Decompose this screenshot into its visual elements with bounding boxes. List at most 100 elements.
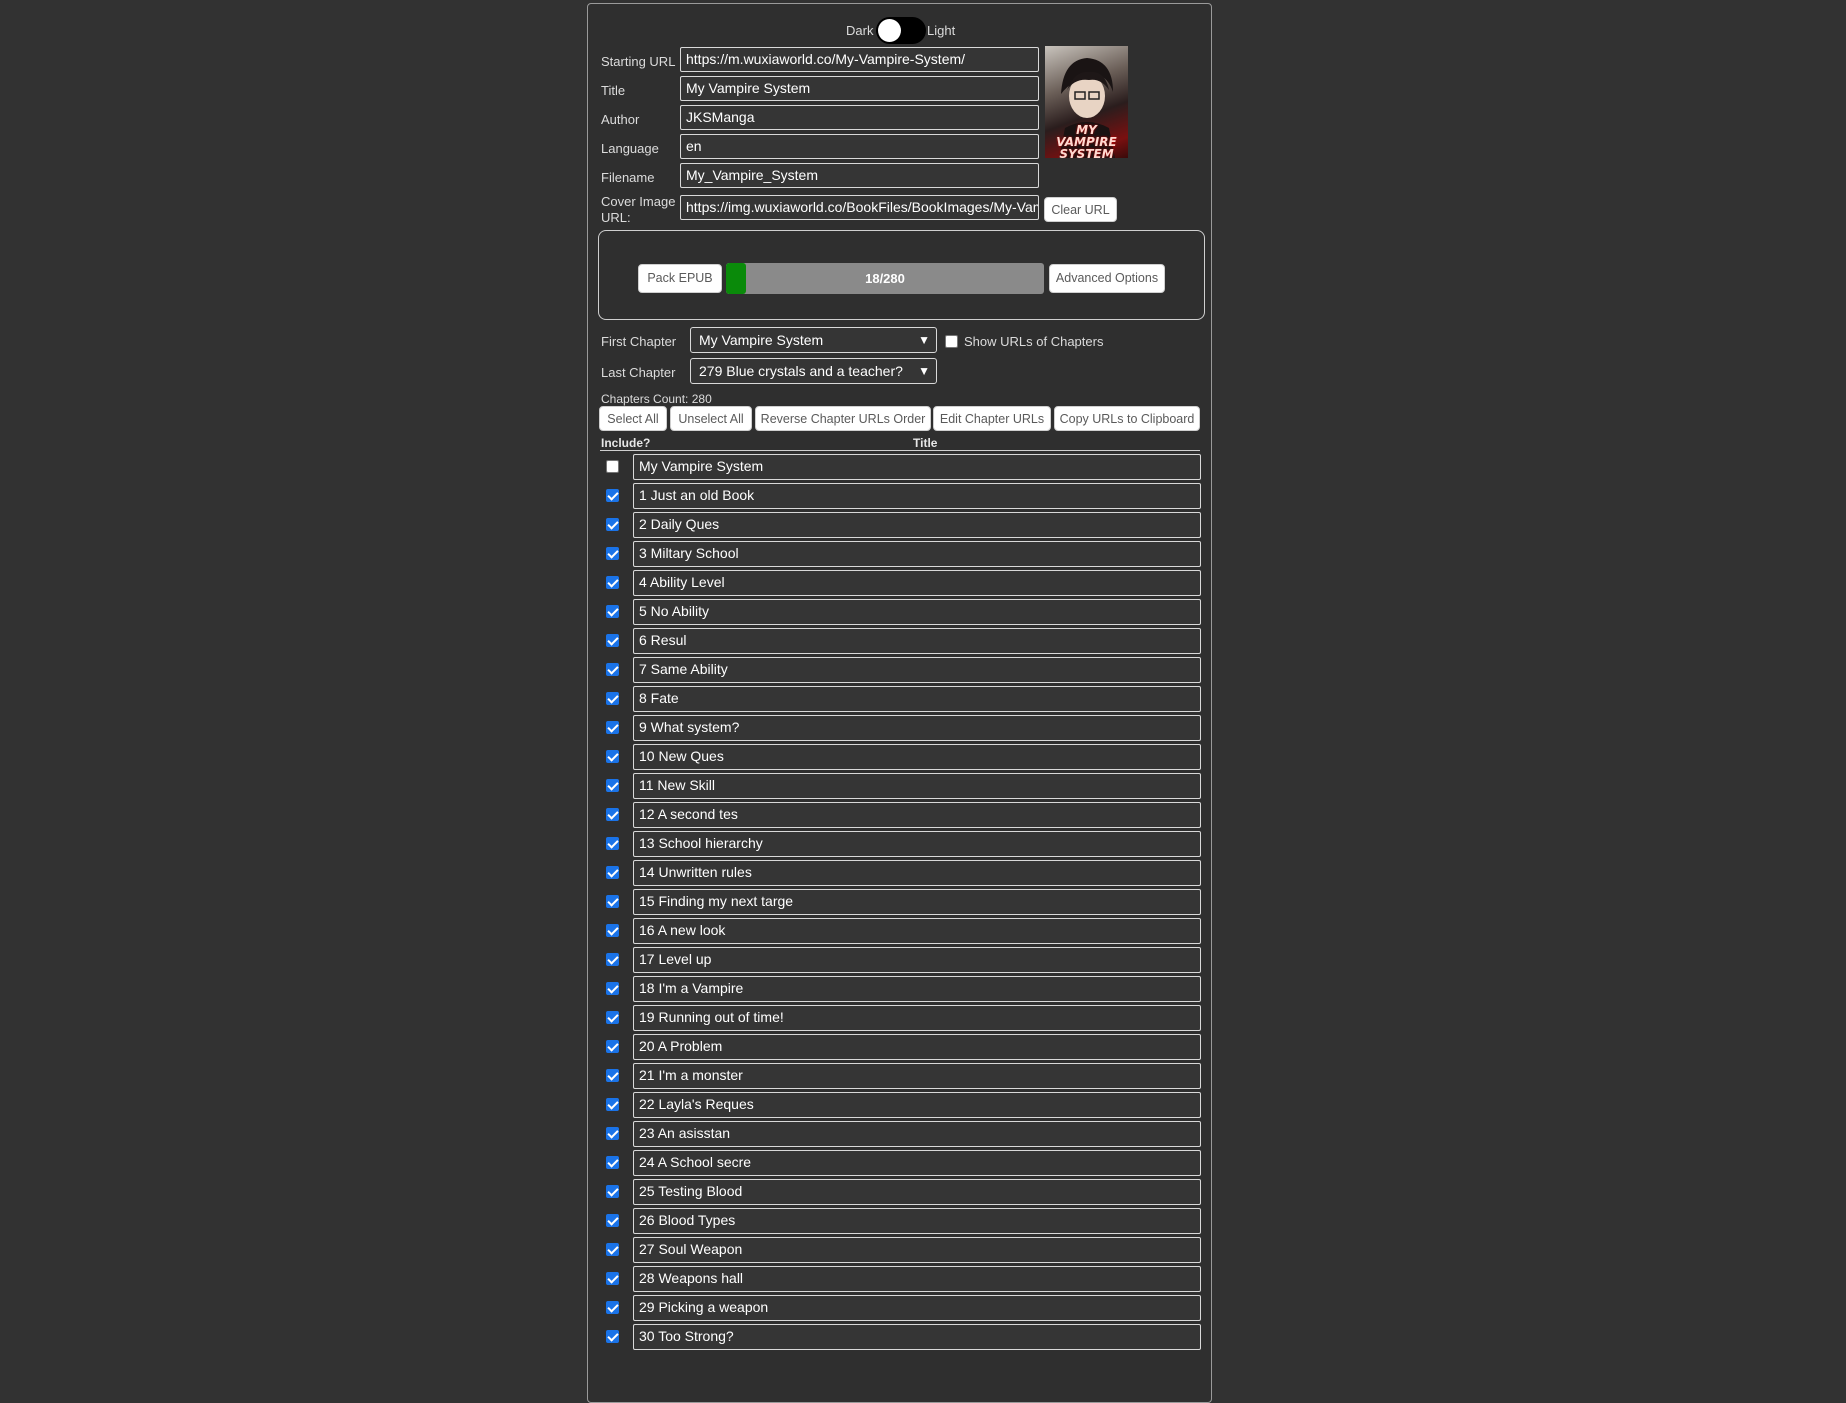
- chapter-title-input[interactable]: 23 An asisstan: [633, 1121, 1201, 1147]
- chapter-row: 9 What system?: [588, 713, 1213, 742]
- chapter-include-checkbox[interactable]: [606, 895, 619, 908]
- chapter-title-input[interactable]: 8 Fate: [633, 686, 1201, 712]
- chapter-title-input[interactable]: 10 New Ques: [633, 744, 1201, 770]
- chapter-title-input[interactable]: 4 Ability Level: [633, 570, 1201, 596]
- first-chapter-select[interactable]: My Vampire System ▼: [690, 327, 937, 353]
- author-input[interactable]: JKSManga: [680, 105, 1039, 130]
- chapter-title-input[interactable]: 30 Too Strong?: [633, 1324, 1201, 1350]
- last-chapter-select[interactable]: 279 Blue crystals and a teacher? ▼: [690, 358, 937, 384]
- chapter-title-input[interactable]: 13 School hierarchy: [633, 831, 1201, 857]
- chapter-include-checkbox[interactable]: [606, 1098, 619, 1111]
- chapter-row: 12 A second tes: [588, 800, 1213, 829]
- chapter-title-input[interactable]: 17 Level up: [633, 947, 1201, 973]
- chapter-title-input[interactable]: 12 A second tes: [633, 802, 1201, 828]
- edit-chapter-urls-button[interactable]: Edit Chapter URLs: [933, 406, 1051, 431]
- filename-input[interactable]: My_Vampire_System: [680, 163, 1039, 188]
- pack-epub-button[interactable]: Pack EPUB: [638, 264, 722, 293]
- language-label: Language: [601, 141, 659, 156]
- show-urls-label: Show URLs of Chapters: [964, 334, 1104, 349]
- chapter-title-input[interactable]: 7 Same Ability: [633, 657, 1201, 683]
- chapter-title-input[interactable]: 19 Running out of time!: [633, 1005, 1201, 1031]
- chapter-title-input[interactable]: 9 What system?: [633, 715, 1201, 741]
- chapter-title-input[interactable]: 6 Resul: [633, 628, 1201, 654]
- chapter-title-input[interactable]: 3 Miltary School: [633, 541, 1201, 567]
- chapter-include-checkbox[interactable]: [606, 576, 619, 589]
- chapter-include-checkbox[interactable]: [606, 547, 619, 560]
- chapter-title-input[interactable]: 14 Unwritten rules: [633, 860, 1201, 886]
- chapter-include-checkbox[interactable]: [606, 518, 619, 531]
- chapter-include-checkbox[interactable]: [606, 953, 619, 966]
- chapter-title-input[interactable]: 21 I'm a monster: [633, 1063, 1201, 1089]
- cover-image-url-input[interactable]: https://img.wuxiaworld.co/BookFiles/Book…: [680, 195, 1039, 220]
- chapter-include-checkbox[interactable]: [606, 692, 619, 705]
- chapter-include-checkbox[interactable]: [606, 1272, 619, 1285]
- chapter-title-input[interactable]: 1 Just an old Book: [633, 483, 1201, 509]
- chapter-include-checkbox[interactable]: [606, 1185, 619, 1198]
- include-header: Include?: [601, 436, 651, 450]
- chapter-title-input[interactable]: 28 Weapons hall: [633, 1266, 1201, 1292]
- select-all-button[interactable]: Select All: [599, 406, 667, 431]
- chapter-row: 19 Running out of time!: [588, 1003, 1213, 1032]
- chapter-include-checkbox[interactable]: [606, 605, 619, 618]
- author-label: Author: [601, 112, 640, 127]
- chapter-include-checkbox[interactable]: [606, 808, 619, 821]
- chapter-include-checkbox[interactable]: [606, 750, 619, 763]
- chapter-include-checkbox[interactable]: [606, 460, 619, 473]
- chapter-title-input[interactable]: 27 Soul Weapon: [633, 1237, 1201, 1263]
- chapter-include-checkbox[interactable]: [606, 1214, 619, 1227]
- chapter-title-input[interactable]: 11 New Skill: [633, 773, 1201, 799]
- chevron-down-icon: ▼: [918, 364, 930, 378]
- chapter-row: 17 Level up: [588, 945, 1213, 974]
- chapter-include-checkbox[interactable]: [606, 721, 619, 734]
- chapter-include-checkbox[interactable]: [606, 1127, 619, 1140]
- chapter-title-input[interactable]: 26 Blood Types: [633, 1208, 1201, 1234]
- chapter-include-checkbox[interactable]: [606, 1243, 619, 1256]
- first-chapter-label: First Chapter: [601, 334, 677, 349]
- chapter-include-checkbox[interactable]: [606, 924, 619, 937]
- chapter-title-input[interactable]: 25 Testing Blood: [633, 1179, 1201, 1205]
- chapter-title-input[interactable]: 22 Layla's Reques: [633, 1092, 1201, 1118]
- chapter-include-checkbox[interactable]: [606, 1301, 619, 1314]
- chapter-include-checkbox[interactable]: [606, 1156, 619, 1169]
- chapter-include-checkbox[interactable]: [606, 837, 619, 850]
- chapter-row: My Vampire System: [588, 452, 1213, 481]
- chapter-include-checkbox[interactable]: [606, 779, 619, 792]
- chapter-title-input[interactable]: 24 A School secre: [633, 1150, 1201, 1176]
- chapter-include-checkbox[interactable]: [606, 1011, 619, 1024]
- show-urls-checkbox[interactable]: [945, 335, 958, 348]
- progress-text: 18/280: [865, 271, 905, 286]
- chapter-row: 14 Unwritten rules: [588, 858, 1213, 887]
- chapter-row: 27 Soul Weapon: [588, 1235, 1213, 1264]
- reverse-order-button[interactable]: Reverse Chapter URLs Order: [755, 406, 931, 431]
- chapter-title-input[interactable]: 16 A new look: [633, 918, 1201, 944]
- chapter-include-checkbox[interactable]: [606, 866, 619, 879]
- chapters-count: Chapters Count: 280: [601, 392, 712, 406]
- chapter-title-input[interactable]: 15 Finding my next targe: [633, 889, 1201, 915]
- chapter-title-input[interactable]: 5 No Ability: [633, 599, 1201, 625]
- chapter-list: My Vampire System 1 Just an old Book 2 Dai…: [588, 452, 1213, 1352]
- chapter-title-input[interactable]: 20 A Problem: [633, 1034, 1201, 1060]
- language-input[interactable]: en: [680, 134, 1039, 159]
- advanced-options-button[interactable]: Advanced Options: [1049, 264, 1165, 293]
- chapter-include-checkbox[interactable]: [606, 1069, 619, 1082]
- chapter-title-input[interactable]: 2 Daily Ques: [633, 512, 1201, 538]
- chapter-include-checkbox[interactable]: [606, 982, 619, 995]
- progress-bar: 18/280: [726, 263, 1044, 294]
- copy-urls-button[interactable]: Copy URLs to Clipboard: [1054, 406, 1200, 431]
- chapter-title-input[interactable]: 18 I'm a Vampire: [633, 976, 1201, 1002]
- chapter-include-checkbox[interactable]: [606, 663, 619, 676]
- chapter-include-checkbox[interactable]: [606, 1330, 619, 1343]
- chapter-include-checkbox[interactable]: [606, 489, 619, 502]
- unselect-all-button[interactable]: Unselect All: [670, 406, 752, 431]
- chapter-title-input[interactable]: My Vampire System: [633, 454, 1201, 480]
- chapter-row: 13 School hierarchy: [588, 829, 1213, 858]
- theme-toggle[interactable]: [876, 17, 926, 44]
- chapter-include-checkbox[interactable]: [606, 634, 619, 647]
- clear-url-button[interactable]: Clear URL: [1044, 197, 1117, 222]
- starting-url-input[interactable]: https://m.wuxiaworld.co/My-Vampire-Syste…: [680, 47, 1039, 72]
- chapter-include-checkbox[interactable]: [606, 1040, 619, 1053]
- chapter-row: 16 A new look: [588, 916, 1213, 945]
- title-input[interactable]: My Vampire System: [680, 76, 1039, 101]
- toggle-knob: [878, 19, 901, 42]
- chapter-title-input[interactable]: 29 Picking a weapon: [633, 1295, 1201, 1321]
